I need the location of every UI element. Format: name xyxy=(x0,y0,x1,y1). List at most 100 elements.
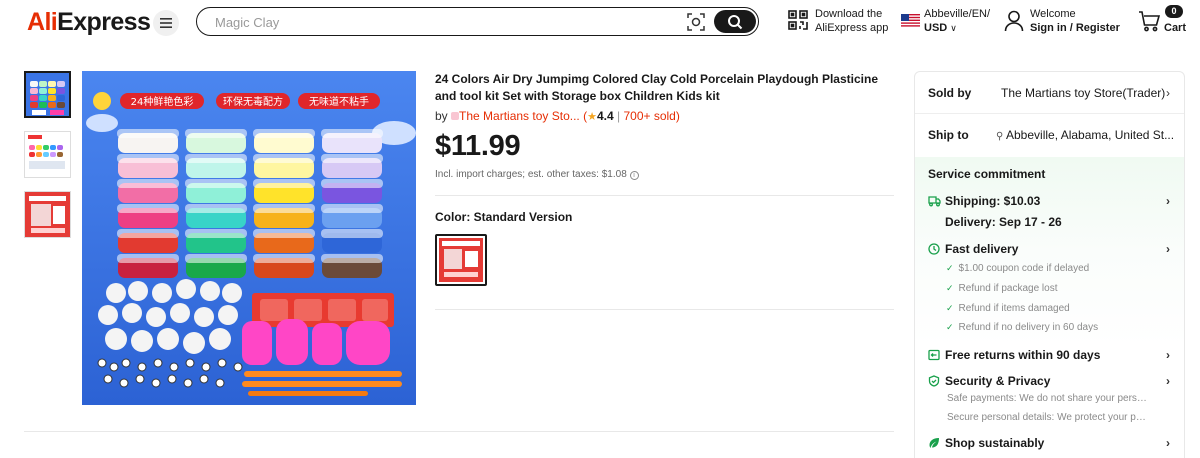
image-label-2: 环保无毒配方 xyxy=(223,95,283,108)
clay-jar-lid xyxy=(185,179,247,188)
cart-label[interactable]: Cart xyxy=(1164,21,1186,35)
us-flag-icon xyxy=(901,14,920,27)
chevron-right-icon: › xyxy=(1166,436,1170,450)
thumbnail-1[interactable] xyxy=(24,71,71,118)
clay-jar-lid xyxy=(321,179,383,188)
ship-to-value[interactable]: ⚲ Abbeville, Alabama, United St... xyxy=(996,128,1174,142)
clay-jar-lid xyxy=(185,229,247,238)
ship-to-address: Abbeville, Alabama, United St... xyxy=(1006,128,1175,142)
color-label: Color: Standard Version xyxy=(435,210,573,224)
divider xyxy=(24,431,894,432)
fast-delivery-item-text: $1.00 coupon code if delayed xyxy=(958,263,1090,274)
cart-count-badge: 0 xyxy=(1165,5,1183,18)
leaf-icon xyxy=(928,437,940,449)
top-header: AliExpress Download the AliExpress app A… xyxy=(0,0,1200,44)
chevron-down-icon: ∨ xyxy=(950,23,957,33)
location-pin-icon: ⚲ xyxy=(996,131,1004,142)
main-product-image[interactable]: 24种鲜艳色彩 环保无毒配方 无味道不粘手 xyxy=(82,71,416,405)
aliexpress-logo[interactable]: AliExpress xyxy=(27,8,151,37)
clay-jar-lid xyxy=(253,204,315,213)
thumbnail-3[interactable] xyxy=(24,191,71,238)
clay-jar-lid xyxy=(253,179,315,188)
clay-jar-lid xyxy=(253,254,315,263)
return-box-icon xyxy=(928,349,940,361)
clay-jar-lid xyxy=(321,229,383,238)
free-returns-label: Free returns within 90 days xyxy=(945,348,1101,362)
secure-details-text: Secure personal details: We protect your… xyxy=(947,412,1147,423)
region-currency-selector[interactable]: Abbeville/EN/ USD ∨ xyxy=(924,7,990,35)
fast-delivery-icon xyxy=(928,243,940,255)
divider xyxy=(435,309,894,310)
check-icon: ✓ xyxy=(946,303,954,313)
store-link[interactable]: The Martians toy Sto... xyxy=(459,109,580,123)
store-rating-line: by The Martians toy Sto... (★4.4 | 700+ … xyxy=(435,109,680,123)
image-label-1: 24种鲜艳色彩 xyxy=(131,95,194,108)
download-app-line2: AliExpress app xyxy=(815,22,889,34)
clay-jar-lid xyxy=(253,129,315,138)
currency-label: USD xyxy=(924,22,948,34)
security-privacy-label: Security & Privacy xyxy=(945,374,1051,388)
tax-note: Incl. import charges; est. other taxes: … xyxy=(435,169,639,180)
clay-jar-lid xyxy=(117,254,179,263)
logo-prefix: Ali xyxy=(27,8,58,36)
clay-kit-product-image: 24种鲜艳色彩 环保无毒配方 无味道不粘手 xyxy=(82,71,416,405)
safe-payments-text: Safe payments: We do not share your pers… xyxy=(947,393,1147,404)
welcome-text: Welcome xyxy=(1030,8,1076,20)
clay-kit-thumbnail-image xyxy=(26,73,69,116)
image-search-icon[interactable] xyxy=(687,13,705,31)
clay-jar-lid xyxy=(321,129,383,138)
clay-jars-white-thumbnail-image xyxy=(25,132,70,177)
clay-jar-lid xyxy=(185,129,247,138)
check-icon: ✓ xyxy=(946,322,954,332)
hamburger-menu-icon[interactable] xyxy=(153,10,179,36)
fast-delivery-item: ✓ $1.00 coupon code if delayed xyxy=(946,263,1089,274)
chevron-right-icon: › xyxy=(1166,86,1170,100)
fast-delivery-item: ✓ Refund if items damaged xyxy=(946,303,1070,314)
chevron-right-icon: › xyxy=(1166,194,1170,208)
info-icon[interactable]: i xyxy=(629,171,639,180)
check-icon: ✓ xyxy=(946,263,954,273)
shipping-cost: Shipping: $10.03 xyxy=(945,194,1041,208)
chevron-right-icon: › xyxy=(1166,374,1170,388)
clay-jar-lid xyxy=(253,154,315,163)
fast-delivery-item-text: Refund if no delivery in 60 days xyxy=(958,322,1099,333)
clay-jar-lid xyxy=(117,229,179,238)
sold-by-row[interactable]: Sold by The Martians toy Store(Trader) › xyxy=(928,86,1170,100)
clay-jar-lid xyxy=(321,204,383,213)
search-button[interactable] xyxy=(714,10,756,33)
product-price: $11.99 xyxy=(435,130,521,162)
sold-by-store[interactable]: The Martians toy Store(Trader) xyxy=(1001,86,1165,100)
ship-to-row[interactable]: Ship to ⚲ Abbeville, Alabama, United St.… xyxy=(928,128,1174,142)
clay-jar-lid xyxy=(117,179,179,188)
user-icon[interactable] xyxy=(1004,10,1024,37)
by-label: by xyxy=(435,109,448,123)
fast-delivery-label: Fast delivery xyxy=(945,242,1019,256)
search-input[interactable] xyxy=(215,13,675,31)
shield-icon xyxy=(928,375,940,387)
qr-code-icon[interactable] xyxy=(788,10,808,30)
region-line1: Abbeville/EN/ xyxy=(924,8,991,20)
truck-icon xyxy=(928,195,941,207)
divider xyxy=(435,195,894,196)
store-icon xyxy=(451,112,460,120)
fast-delivery-item-text: Refund if package lost xyxy=(958,283,1058,294)
tax-note-text: Incl. import charges; est. other taxes: … xyxy=(435,169,627,180)
logo-suffix: Express xyxy=(57,8,151,36)
color-swatch-standard[interactable] xyxy=(435,234,487,286)
shop-sustainably-label: Shop sustainably xyxy=(945,436,1045,450)
fast-delivery-item: ✓ Refund if package lost xyxy=(946,283,1058,294)
fast-delivery-item: ✓ Refund if no delivery in 60 days xyxy=(946,322,1098,333)
download-app-line1: Download the xyxy=(815,8,883,20)
sign-in-register-link[interactable]: Sign in / Register xyxy=(1030,21,1120,35)
cart-icon[interactable] xyxy=(1138,10,1161,37)
ship-to-label: Ship to xyxy=(928,128,969,142)
search-icon xyxy=(728,14,743,29)
rating-value[interactable]: 4.4 xyxy=(597,109,614,123)
star-icon: ★ xyxy=(587,111,597,123)
account-menu[interactable]: Welcome Sign in / Register xyxy=(1030,7,1120,35)
thumbnail-2[interactable] xyxy=(24,131,71,178)
clay-jar-lid xyxy=(185,254,247,263)
service-commitment-title: Service commitment xyxy=(928,167,1046,181)
clay-jar-lid xyxy=(185,204,247,213)
download-app-link[interactable]: Download the AliExpress app xyxy=(815,7,888,35)
